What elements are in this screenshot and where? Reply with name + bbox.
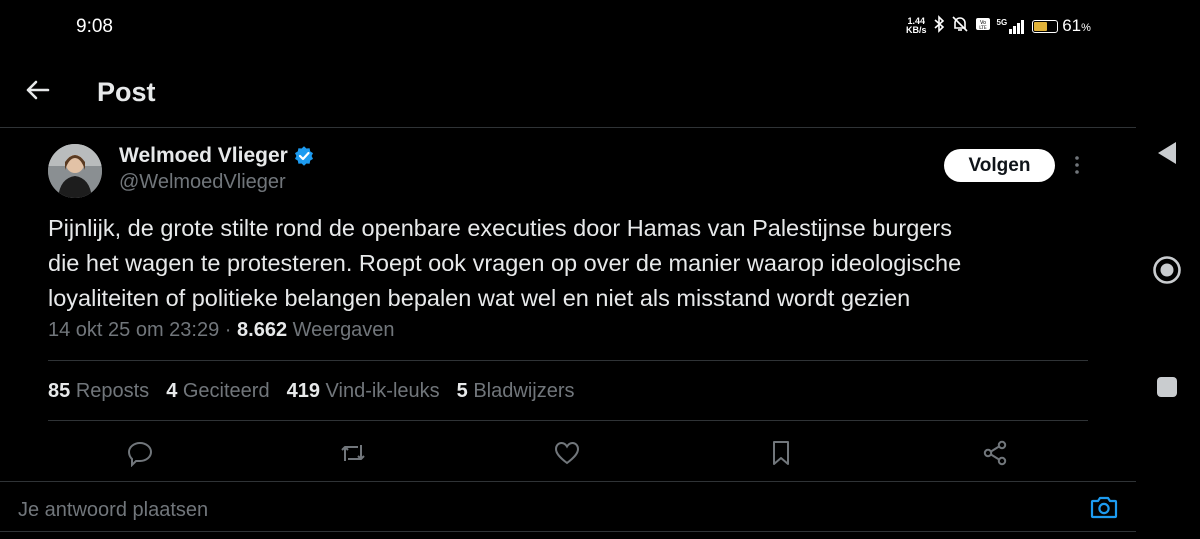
like-button[interactable] (552, 438, 582, 468)
bookmark-button[interactable] (766, 438, 796, 468)
views-count: 8.662 (237, 319, 288, 341)
stats-divider (48, 420, 1088, 421)
battery-indicator: 61% (1032, 16, 1091, 36)
header-divider (0, 127, 1136, 128)
post-text-line: die het wagen te protesteren. Roept ook … (48, 250, 962, 276)
system-back-button[interactable] (1150, 138, 1184, 168)
meta-separator: · (219, 319, 238, 341)
views-label: Weergaven (292, 319, 395, 341)
follow-button[interactable]: Volgen (944, 149, 1055, 182)
arrow-left-icon (26, 80, 50, 100)
network-speed: 1.44 KB/s (906, 17, 927, 35)
status-time: 9:08 (76, 16, 113, 37)
back-triangle-icon (1158, 142, 1176, 164)
post-stats: 85 Reposts 4 Geciteerd 419 Vind-ik-leuks… (48, 380, 575, 403)
stat-bookmarks[interactable]: 5 Bladwijzers (457, 380, 575, 403)
repost-button[interactable] (338, 438, 368, 468)
svg-text:LTE: LTE (979, 25, 987, 31)
author-handle[interactable]: @WelmoedVlieger (119, 171, 286, 194)
battery-level (1034, 21, 1047, 31)
reply-input[interactable] (16, 495, 1060, 525)
verified-badge-icon (294, 146, 313, 166)
battery-percent: 61% (1062, 16, 1091, 35)
page-title: Post (97, 77, 156, 107)
stat-likes[interactable]: 419 Vind-ik-leuks (287, 380, 440, 403)
author-avatar[interactable] (48, 144, 102, 198)
stat-quotes[interactable]: 4 Geciteerd (166, 380, 269, 403)
stat-reposts[interactable]: 85 Reposts (48, 380, 149, 403)
meta-divider (48, 360, 1088, 361)
volte-icon: Vo LTE (975, 16, 991, 37)
author-display-name[interactable]: Welmoed Vlieger (119, 144, 288, 168)
author-name-row: Welmoed Vlieger (119, 144, 314, 168)
system-home-button[interactable] (1150, 253, 1184, 287)
bluetooth-icon (933, 14, 945, 38)
post-header: Post (0, 60, 1136, 126)
repost-icon (341, 445, 365, 461)
post-timestamp[interactable]: 14 okt 25 om 23:29 (48, 319, 219, 341)
like-icon (554, 441, 580, 465)
post-text-line: Pijnlijk, de grote stilte rond de openba… (48, 215, 952, 241)
back-button[interactable] (22, 74, 54, 106)
camera-icon (1090, 496, 1118, 519)
more-vertical-icon (1075, 156, 1079, 174)
reply-button[interactable] (125, 438, 155, 468)
bookmark-icon (773, 441, 789, 465)
camera-button[interactable] (1088, 491, 1120, 523)
reply-divider (0, 531, 1136, 532)
recents-square-icon (1157, 377, 1177, 397)
signal-icon: 5G (997, 18, 1027, 34)
mute-bell-icon (951, 15, 969, 38)
status-icons: 1.44 KB/s Vo LTE 5G 61% (906, 14, 1091, 38)
share-button[interactable] (980, 438, 1010, 468)
actions-divider (0, 481, 1136, 482)
system-recents-button[interactable] (1150, 370, 1184, 404)
reply-icon (127, 441, 153, 467)
network-speed-unit: KB/s (906, 25, 927, 35)
status-bar: 9:08 1.44 KB/s Vo LTE 5G 61% (0, 0, 1200, 50)
share-icon (983, 440, 1007, 466)
home-circle-icon (1153, 256, 1181, 284)
post-text: Pijnlijk, de grote stilte rond de openba… (48, 211, 1108, 316)
more-options-button[interactable] (1066, 152, 1088, 178)
network-type: 5G (996, 18, 1008, 27)
battery-icon (1032, 19, 1059, 33)
post-meta: 14 okt 25 om 23:29 · 8.662 Weergaven (48, 319, 395, 342)
post-text-line: loyaliteiten of politieke belangen bepal… (48, 285, 911, 311)
